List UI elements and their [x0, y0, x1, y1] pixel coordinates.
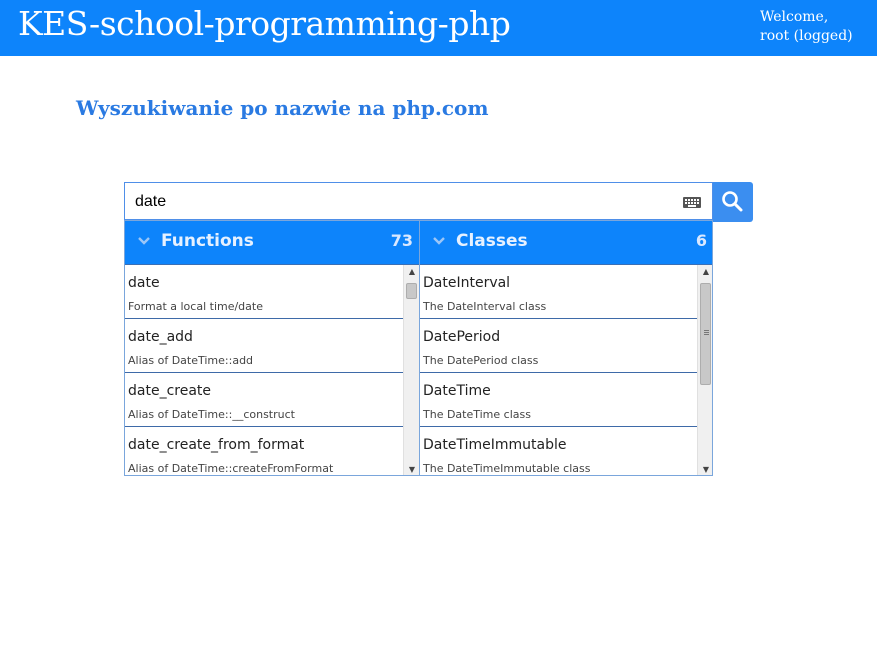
- list-item[interactable]: DateTimeImmutable The DateTimeImmutable …: [420, 427, 697, 475]
- scroll-down-icon[interactable]: ▼: [698, 463, 712, 475]
- functions-header[interactable]: Functions 73: [125, 221, 419, 265]
- welcome-text: Welcome, root (logged): [760, 8, 853, 46]
- list-item[interactable]: DateInterval The DateInterval class: [420, 265, 697, 319]
- scroll-thumb[interactable]: [700, 283, 711, 385]
- item-name: date_create_from_format: [128, 437, 305, 453]
- functions-count: 73: [390, 231, 413, 250]
- classes-scrollbar[interactable]: ▲ ▼: [697, 265, 712, 475]
- item-description: The DateTime class: [423, 408, 531, 421]
- classes-column: Classes 6 DateInterval The DateInterval …: [419, 221, 712, 475]
- app-title[interactable]: KES-school-programming-php: [18, 4, 511, 43]
- functions-scrollbar[interactable]: ▲ ▼: [403, 265, 419, 475]
- functions-label: Functions: [161, 231, 254, 251]
- list-item[interactable]: date_add Alias of DateTime::add: [125, 319, 403, 373]
- search-button[interactable]: [713, 182, 753, 222]
- item-name: date: [128, 275, 160, 291]
- user-status: root (logged): [760, 28, 853, 44]
- functions-column: Functions 73 date Format a local time/da…: [125, 221, 419, 475]
- search-box: [124, 182, 713, 220]
- item-description: Format a local time/date: [128, 300, 263, 313]
- item-description: The DateInterval class: [423, 300, 547, 313]
- item-description: The DatePeriod class: [423, 354, 539, 367]
- classes-list: DateInterval The DateInterval class Date…: [420, 265, 697, 475]
- list-item[interactable]: date_create_from_format Alias of DateTim…: [125, 427, 403, 475]
- chevron-down-icon: [138, 237, 150, 245]
- search-icon: [722, 191, 743, 212]
- item-name: date_create: [128, 383, 212, 399]
- scroll-up-icon[interactable]: ▲: [698, 265, 712, 279]
- functions-list: date Format a local time/date date_add A…: [125, 265, 403, 475]
- classes-count: 6: [695, 231, 707, 250]
- page-title: Wyszukiwanie po nazwie na php.com: [76, 96, 489, 120]
- item-name: DateInterval: [423, 275, 511, 291]
- list-item[interactable]: date Format a local time/date: [125, 265, 403, 319]
- list-item[interactable]: DatePeriod The DatePeriod class: [420, 319, 697, 373]
- scroll-up-icon[interactable]: ▲: [404, 265, 419, 279]
- scroll-thumb[interactable]: [406, 283, 417, 299]
- search-input[interactable]: [135, 190, 675, 214]
- item-name: DatePeriod: [423, 329, 501, 345]
- item-description: Alias of DateTime::add: [128, 354, 254, 367]
- header-bar: KES-school-programming-php Welcome, root…: [0, 0, 877, 56]
- item-description: The DateTimeImmutable class: [423, 462, 591, 475]
- item-description: Alias of DateTime::__construct: [128, 408, 295, 421]
- item-name: DateTime: [423, 383, 491, 399]
- classes-label: Classes: [456, 231, 528, 251]
- keyboard-icon[interactable]: [683, 197, 701, 208]
- list-item[interactable]: DateTime The DateTime class: [420, 373, 697, 427]
- welcome-line: Welcome,: [760, 9, 829, 25]
- item-name: date_add: [128, 329, 193, 345]
- scroll-down-icon[interactable]: ▼: [404, 463, 419, 475]
- item-name: DateTimeImmutable: [423, 437, 567, 453]
- search-results-panel: Functions 73 date Format a local time/da…: [124, 220, 713, 476]
- item-description: Alias of DateTime::createFromFormat: [128, 462, 334, 475]
- classes-header[interactable]: Classes 6: [420, 221, 712, 265]
- list-item[interactable]: date_create Alias of DateTime::__constru…: [125, 373, 403, 427]
- chevron-down-icon: [433, 237, 445, 245]
